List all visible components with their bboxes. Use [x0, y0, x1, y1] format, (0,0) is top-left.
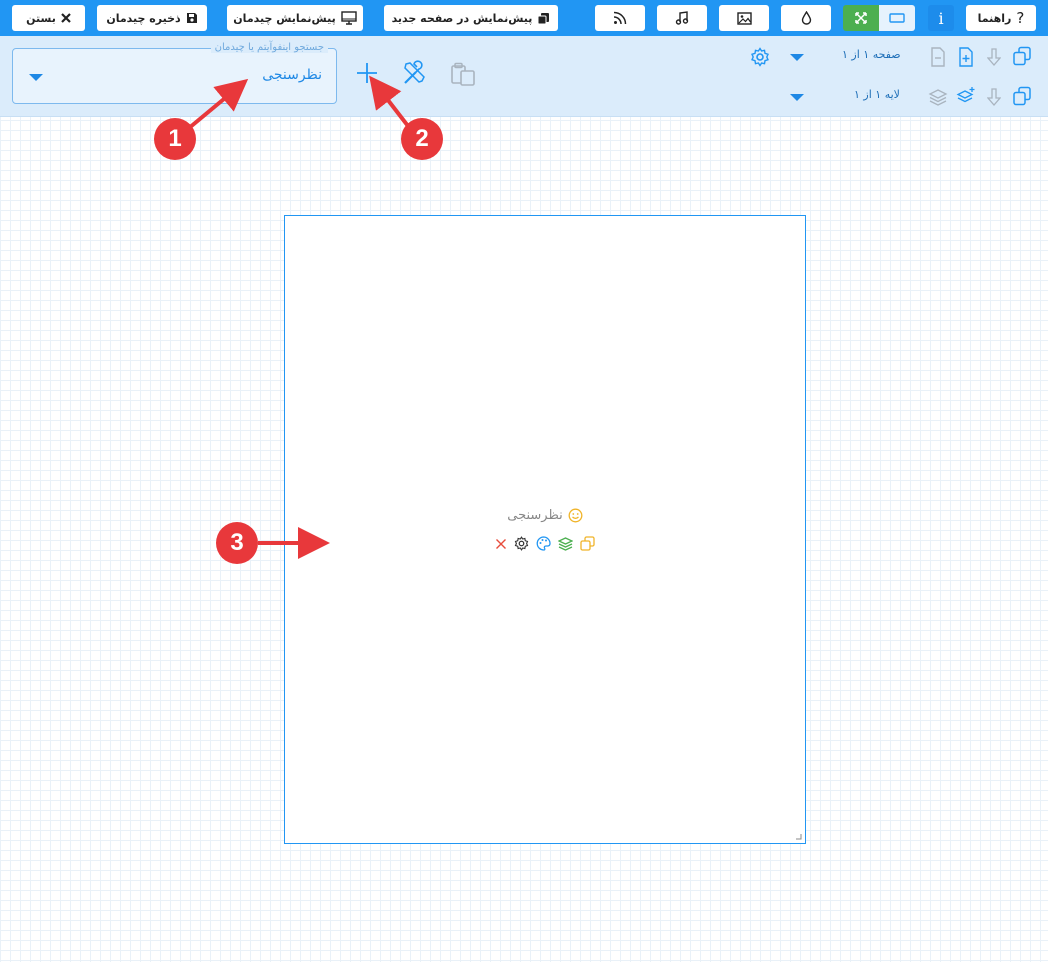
close-button[interactable]: بستن [12, 5, 85, 31]
frame-button[interactable] [879, 5, 915, 31]
page-add-icon[interactable] [958, 47, 974, 67]
layer-add-icon[interactable] [956, 86, 976, 106]
callout-3: 3 [216, 522, 258, 564]
close-icon [61, 13, 71, 23]
preview-new-page-button[interactable]: پیش‌نمایش در صفحه جدید [384, 5, 558, 31]
page-down-icon[interactable] [987, 48, 1001, 66]
layer-copy-icon[interactable] [1012, 86, 1032, 106]
rss-button[interactable] [595, 5, 645, 31]
search-dropdown-icon[interactable] [29, 74, 43, 81]
question-icon: ? [1016, 9, 1025, 27]
callout-2: 2 [401, 118, 443, 160]
rectangle-icon [889, 13, 905, 23]
layer-down-icon[interactable] [987, 88, 1001, 106]
settings-icon[interactable] [750, 47, 770, 67]
page-info: صفحه ۱ از ۱ [842, 48, 901, 61]
paste-icon[interactable] [450, 62, 476, 86]
help-button[interactable]: ? راهنما [966, 5, 1036, 31]
layers-icon[interactable] [558, 536, 573, 551]
copy-icon[interactable] [580, 536, 595, 551]
preview-new-page-label: پیش‌نمایش در صفحه جدید [391, 11, 533, 25]
search-input[interactable]: جستجو اینفوآیتم یا چیدمان نظرسنجی [12, 42, 337, 104]
drop-icon [801, 11, 811, 25]
widget-actions [285, 536, 805, 551]
resize-handle-icon[interactable] [795, 833, 802, 840]
top-bar: بستن ذخیره چیدمان پیش‌نمایش چیدمان پیش‌ن… [0, 0, 1048, 36]
monitor-icon [341, 11, 357, 25]
close-icon[interactable] [495, 538, 507, 550]
image-button[interactable] [719, 5, 769, 31]
add-icon[interactable] [356, 62, 378, 84]
editor-toolbar: جستجو اینفوآیتم یا چیدمان نظرسنجی صفحه ۱… [0, 36, 1048, 117]
search-legend: جستجو اینفوآیتم یا چیدمان [210, 42, 328, 53]
preview-layout-button[interactable]: پیش‌نمایش چیدمان [227, 5, 363, 31]
layer-dropdown-icon[interactable] [790, 94, 804, 101]
callout-1: 1 [154, 118, 196, 160]
smile-icon [568, 508, 583, 523]
save-icon [186, 13, 197, 23]
page-blank-icon[interactable] [930, 47, 946, 67]
music-button[interactable] [657, 5, 707, 31]
layout-page[interactable]: نظرسنجی [284, 215, 806, 844]
preview-layout-label: پیش‌نمایش چیدمان [233, 11, 336, 25]
music-icon [675, 11, 689, 25]
info-icon: i [938, 8, 944, 28]
color-button[interactable] [781, 5, 831, 31]
copy-icon [537, 12, 550, 24]
layer-info: لایه ۱ از ۱ [854, 88, 900, 101]
rss-icon [613, 11, 627, 25]
search-value: نظرسنجی [262, 67, 322, 83]
info-button[interactable]: i [928, 5, 954, 31]
page-copy-icon[interactable] [1012, 46, 1032, 66]
widget-title: نظرسنجی [507, 508, 563, 523]
help-label: راهنما [977, 11, 1012, 25]
page-dropdown-icon[interactable] [790, 54, 804, 61]
fullscreen-button[interactable] [843, 5, 879, 31]
palette-icon[interactable] [536, 536, 551, 551]
close-label: بستن [26, 11, 56, 25]
save-layout-label: ذخیره چیدمان [106, 11, 181, 25]
widget-header: نظرسنجی [285, 508, 805, 523]
save-layout-button[interactable]: ذخیره چیدمان [97, 5, 207, 31]
expand-icon [855, 12, 867, 24]
image-icon [736, 11, 752, 25]
tools-icon[interactable] [402, 60, 428, 86]
layer-icon[interactable] [928, 88, 948, 106]
gear-icon[interactable] [514, 536, 529, 551]
